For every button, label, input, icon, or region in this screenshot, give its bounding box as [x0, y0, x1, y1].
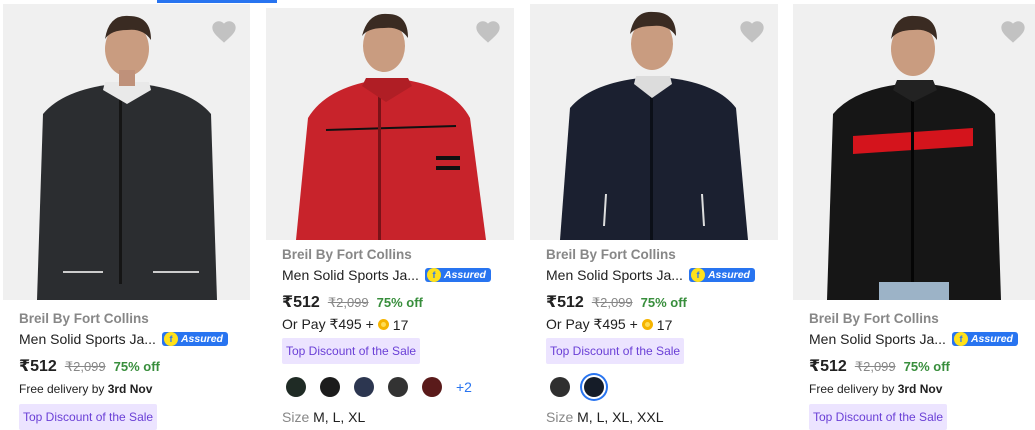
wishlist-heart-icon[interactable]: [999, 18, 1027, 44]
supercoin-icon: [377, 319, 389, 330]
original-price: ₹2,099: [64, 359, 106, 374]
original-price: ₹2,099: [591, 295, 633, 310]
assured-label: Assured: [970, 333, 1013, 345]
wishlist-heart-icon[interactable]: [210, 18, 238, 44]
product-title[interactable]: Men Solid Sports Ja... f Assured: [282, 267, 491, 283]
product-title[interactable]: Men Solid Sports Ja... f Assured: [809, 331, 1018, 347]
assured-label: Assured: [180, 333, 223, 345]
wishlist-heart-icon[interactable]: [738, 18, 766, 44]
product-image[interactable]: [793, 4, 1035, 300]
deal-tag: Top Discount of the Sale: [546, 338, 685, 364]
discount-percent: 75% off: [376, 295, 423, 310]
supercoin-offer: Or Pay ₹495 + 17: [282, 316, 408, 333]
discount-percent: 75% off: [640, 295, 687, 310]
product-brand: Breil By Fort Collins: [19, 311, 149, 326]
supercoin-offer: Or Pay ₹495 + 17: [546, 316, 672, 333]
price-row: ₹512 ₹2,099 75% off: [546, 292, 687, 312]
color-swatches: +2: [286, 377, 472, 397]
or-pay-text: Or Pay ₹495 +: [546, 316, 638, 332]
deal-tag: Top Discount of the Sale: [19, 404, 158, 430]
size-values: M, L, XL: [313, 409, 366, 425]
deal-tag: Top Discount of the Sale: [809, 404, 948, 430]
color-swatch[interactable]: [584, 377, 604, 397]
product-brand: Breil By Fort Collins: [282, 247, 412, 262]
delivery-date: 3rd Nov: [897, 382, 943, 396]
color-swatch[interactable]: [550, 377, 570, 397]
assured-badge: f Assured: [688, 268, 755, 282]
size-label: Size: [282, 409, 310, 425]
or-pay-text: Or Pay ₹495 +: [282, 316, 374, 332]
product-image[interactable]: [530, 4, 778, 240]
size-values: M, L, XL, XXL: [577, 409, 664, 425]
price-row: ₹512 ₹2,099 75% off: [282, 292, 423, 312]
original-price: ₹2,099: [854, 359, 896, 374]
product-card[interactable]: Breil By Fort Collins Men Solid Sports J…: [3, 0, 250, 430]
selling-price: ₹512: [282, 294, 320, 311]
product-title[interactable]: Men Solid Sports Ja... f Assured: [546, 267, 755, 283]
product-title[interactable]: Men Solid Sports Ja... f Assured: [19, 331, 228, 347]
color-swatch[interactable]: [388, 377, 408, 397]
price-row: ₹512 ₹2,099 75% off: [809, 356, 950, 376]
wishlist-heart-icon[interactable]: [474, 18, 502, 44]
supercoin-count: 17: [656, 316, 673, 333]
product-title-text[interactable]: Men Solid Sports Ja...: [19, 331, 156, 347]
assured-badge: f Assured: [424, 268, 491, 282]
product-title-text[interactable]: Men Solid Sports Ja...: [809, 331, 946, 347]
flipkart-f-icon: f: [426, 268, 441, 282]
price-row: ₹512 ₹2,099 75% off: [19, 356, 160, 376]
product-brand: Breil By Fort Collins: [546, 247, 676, 262]
delivery-info: Free delivery by 3rd Nov: [809, 382, 942, 396]
color-swatch[interactable]: [422, 377, 442, 397]
more-colors-link[interactable]: +2: [456, 379, 472, 395]
assured-label: Assured: [707, 269, 750, 281]
selling-price: ₹512: [546, 294, 584, 311]
product-card[interactable]: Breil By Fort Collins Men Solid Sports J…: [530, 0, 778, 428]
assured-label: Assured: [443, 269, 486, 281]
product-title-text[interactable]: Men Solid Sports Ja...: [282, 267, 419, 283]
product-brand: Breil By Fort Collins: [809, 311, 939, 326]
flipkart-f-icon: f: [163, 332, 178, 346]
product-title-text[interactable]: Men Solid Sports Ja...: [546, 267, 683, 283]
discount-percent: 75% off: [113, 359, 160, 374]
selling-price: ₹512: [19, 358, 57, 375]
flipkart-f-icon: f: [690, 268, 705, 282]
product-image[interactable]: [266, 8, 514, 240]
color-swatch[interactable]: [286, 377, 306, 397]
color-swatches: [550, 377, 618, 397]
delivery-date: 3rd Nov: [107, 382, 153, 396]
deal-tag: Top Discount of the Sale: [282, 338, 421, 364]
discount-percent: 75% off: [903, 359, 950, 374]
assured-badge: f Assured: [951, 332, 1018, 346]
size-options: Size M, L, XL, XXL: [546, 409, 664, 425]
delivery-info: Free delivery by 3rd Nov: [19, 382, 152, 396]
delivery-prefix: Free delivery by: [809, 382, 898, 396]
product-card[interactable]: Breil By Fort Collins Men Solid Sports J…: [266, 0, 514, 428]
supercoin-icon: [641, 319, 653, 330]
size-options: Size M, L, XL: [282, 409, 365, 425]
selling-price: ₹512: [809, 358, 847, 375]
flipkart-f-icon: f: [953, 332, 968, 346]
supercoin-count: 17: [392, 316, 409, 333]
product-card[interactable]: Breil By Fort Collins Men Solid Sports J…: [793, 0, 1035, 430]
delivery-prefix: Free delivery by: [19, 382, 108, 396]
color-swatch[interactable]: [320, 377, 340, 397]
assured-badge: f Assured: [161, 332, 228, 346]
product-image[interactable]: [3, 4, 250, 300]
size-label: Size: [546, 409, 574, 425]
original-price: ₹2,099: [327, 295, 369, 310]
color-swatch[interactable]: [354, 377, 374, 397]
